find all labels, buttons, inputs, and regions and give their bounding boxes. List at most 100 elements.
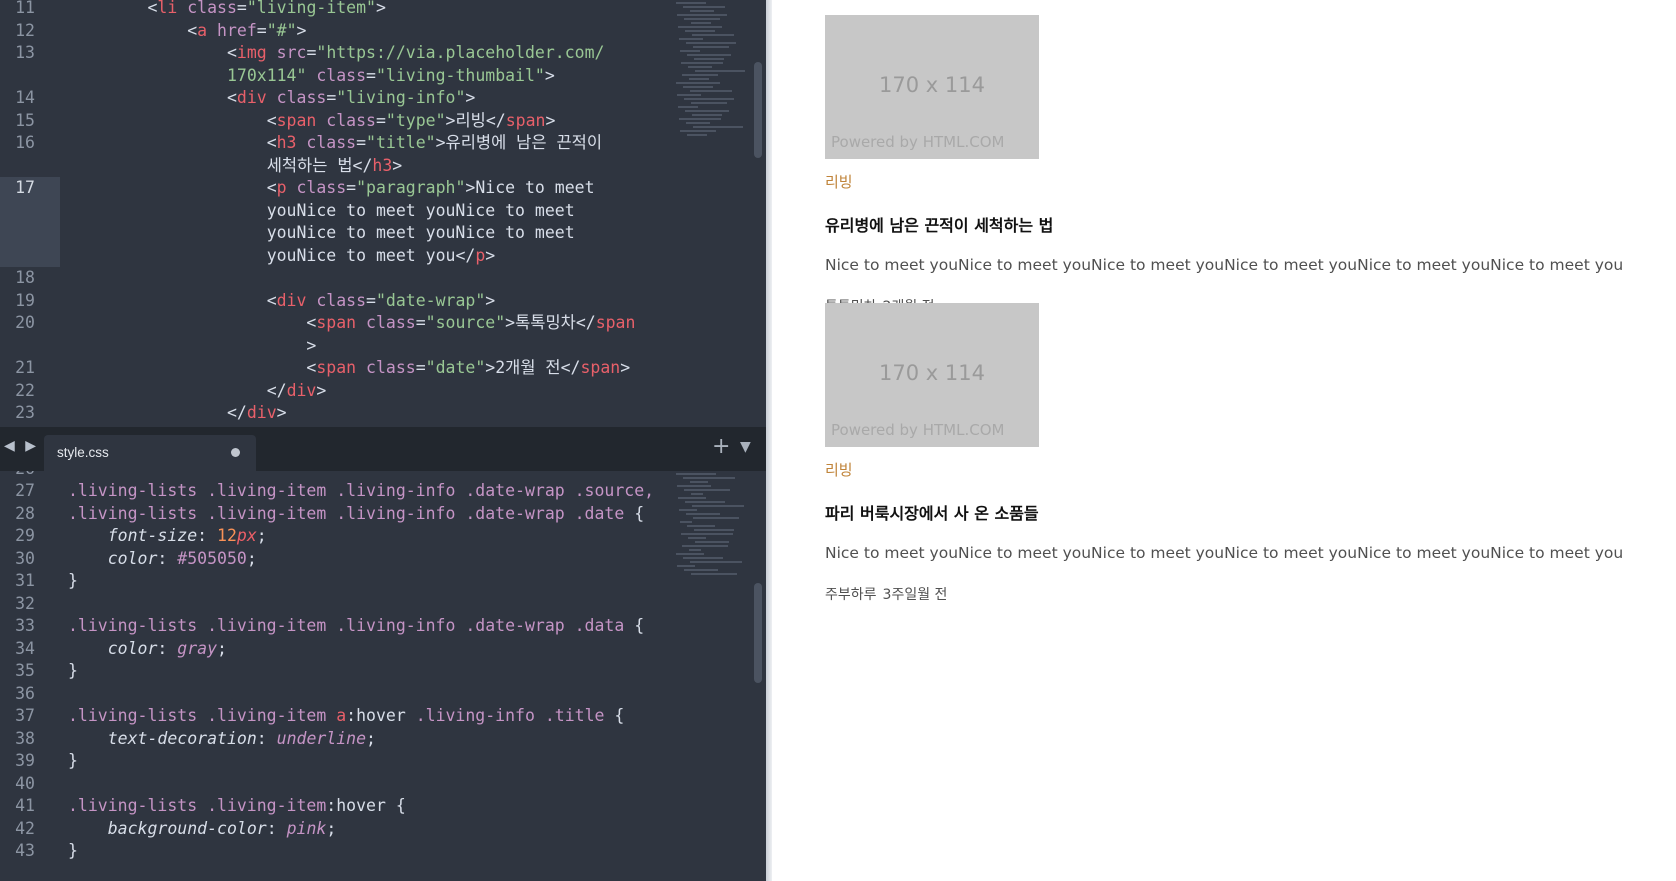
code-text[interactable]: color: #505050; xyxy=(60,548,257,571)
code-text[interactable]: } xyxy=(60,660,78,683)
minimap[interactable] xyxy=(676,0,752,427)
code-text[interactable]: <div class="date-wrap"> xyxy=(60,290,496,313)
code-text[interactable]: <a href="#"> xyxy=(60,20,306,43)
code-text[interactable] xyxy=(60,593,68,616)
html-code-area[interactable]: 11 <li class="living-item"> 12 <a href="#… xyxy=(0,0,674,427)
living-item[interactable]: 170 x 114 Powered by HTML.COM 리빙 파리 버룩시장… xyxy=(825,303,1623,604)
css-code-area[interactable]: 25}2627.living-lists .living-item .livin… xyxy=(0,471,674,881)
tab-menu-icon[interactable]: ▼ xyxy=(740,439,751,455)
code-text[interactable]: <div class="living-info"> xyxy=(60,87,475,110)
code-line[interactable]: 22 </div> xyxy=(0,380,674,403)
code-text[interactable] xyxy=(60,773,68,796)
date-wrap: 주부하루 3주일월 전 xyxy=(825,584,1623,604)
living-thumbnail: 170 x 114 Powered by HTML.COM xyxy=(825,303,1039,447)
code-line[interactable]: 34 color: gray; xyxy=(0,638,674,661)
minimap[interactable] xyxy=(676,471,752,881)
code-text[interactable]: .living-lists .living-item:hover { xyxy=(60,795,406,818)
code-text[interactable]: .living-lists .living-item .living-info … xyxy=(60,480,654,503)
code-text[interactable]: background-color: pink; xyxy=(60,818,337,841)
code-text[interactable]: <li class="living-item"> xyxy=(60,0,385,20)
code-text[interactable]: text-decoration: underline; xyxy=(60,728,376,751)
minimap-line xyxy=(688,66,712,68)
code-line[interactable]: 11 <li class="living-item"> xyxy=(0,0,674,20)
line-number: 20 xyxy=(15,313,35,332)
minimap-line xyxy=(681,533,733,535)
code-line[interactable]: youNice to meet youNice to meet xyxy=(0,222,674,245)
code-line[interactable]: 14 <div class="living-info"> xyxy=(0,87,674,110)
code-line[interactable]: 41 .living-lists .living-item:hover { xyxy=(0,795,674,818)
code-line[interactable]: 170x114" class="living-thumbail"> xyxy=(0,65,674,88)
code-text[interactable]: 세척하는 법</h3> xyxy=(60,155,403,178)
minimap-line xyxy=(690,561,742,563)
code-text[interactable]: .living-lists .living-item a:hover .livi… xyxy=(60,705,624,728)
code-line[interactable]: 20 <span class="source">톡톡밍차</span xyxy=(0,312,674,335)
code-text[interactable]: .living-lists .living-item .living-info … xyxy=(60,615,644,638)
code-text[interactable]: <span class="source">톡톡밍차</span xyxy=(60,312,635,335)
code-text[interactable] xyxy=(60,471,68,480)
code-text[interactable]: } xyxy=(60,750,78,773)
unsaved-dot-icon[interactable] xyxy=(231,448,240,457)
code-line[interactable]: 40 xyxy=(0,773,674,796)
code-text[interactable]: } xyxy=(60,840,78,863)
tab-style-css[interactable]: style.css xyxy=(44,435,256,471)
living-item[interactable]: 170 x 114 Powered by HTML.COM 리빙 유리병에 남은… xyxy=(825,15,1623,316)
code-line[interactable]: 21 <span class="date">2개월 전</span> xyxy=(0,357,674,380)
code-line[interactable]: youNice to meet you</p> xyxy=(0,244,674,268)
html-editor-pane[interactable]: 11 <li class="living-item"> 12 <a href="#… xyxy=(0,0,766,427)
code-text[interactable]: <p class="paragraph">Nice to meet xyxy=(60,177,595,200)
code-line[interactable]: 16 <h3 class="title">유리병에 남은 끈적이 xyxy=(0,132,674,155)
code-text[interactable]: </div> xyxy=(60,380,327,403)
code-text[interactable] xyxy=(60,683,68,706)
code-text[interactable]: .living-lists .living-item .living-info … xyxy=(60,503,644,526)
code-text[interactable]: </div> xyxy=(60,402,287,425)
code-line[interactable]: 27 .living-lists .living-item .living-inf… xyxy=(0,480,674,503)
code-line[interactable]: 33 .living-lists .living-item .living-inf… xyxy=(0,615,674,638)
code-line[interactable]: 43} xyxy=(0,840,674,863)
code-text[interactable]: > xyxy=(60,335,316,358)
code-line[interactable]: 31} xyxy=(0,570,674,593)
scrollbar[interactable] xyxy=(754,583,762,683)
scrollbar[interactable] xyxy=(754,62,762,158)
code-line[interactable]: > xyxy=(0,335,674,358)
code-line[interactable]: 12 <a href="#"> xyxy=(0,20,674,43)
code-line[interactable]: 19 <div class="date-wrap"> xyxy=(0,290,674,313)
code-line[interactable]: 37 .living-lists .living-item a:hover .li… xyxy=(0,705,674,728)
code-line[interactable]: 15 <span class="type">리빙</span> xyxy=(0,110,674,133)
living-title[interactable]: 파리 버룩시장에서 사 온 소품들 xyxy=(825,500,1623,524)
code-line[interactable]: 23 </div> xyxy=(0,402,674,425)
code-text[interactable]: <span class="type">리빙</span> xyxy=(60,110,556,133)
minimap-line xyxy=(689,549,701,551)
code-text[interactable]: font-size: 12px; xyxy=(60,525,267,548)
code-text[interactable]: <img src="https://via.placeholder.com/ xyxy=(60,42,605,65)
code-line[interactable]: 38 text-decoration: underline; xyxy=(0,728,674,751)
code-text[interactable]: 170x114" class="living-thumbail"> xyxy=(60,65,555,88)
code-text[interactable]: <h3 class="title">유리병에 남은 끈적이 xyxy=(60,132,602,155)
code-line[interactable]: 세척하는 법</h3> xyxy=(0,155,674,178)
tab-nav-arrows-icon[interactable]: ◀ ▶ xyxy=(4,438,39,454)
new-tab-icon[interactable]: + xyxy=(712,434,730,459)
code-line[interactable]: 32 xyxy=(0,593,674,616)
code-line[interactable]: 29 font-size: 12px; xyxy=(0,525,674,548)
code-line[interactable]: 35} xyxy=(0,660,674,683)
code-line[interactable]: 13 <img src="https://via.placeholder.com… xyxy=(0,42,674,65)
code-text[interactable]: color: gray; xyxy=(60,638,227,661)
code-line[interactable]: 17 <p class="paragraph">Nice to meet xyxy=(0,177,674,200)
living-paragraph: Nice to meet youNice to meet youNice to … xyxy=(825,544,1624,562)
css-editor-pane[interactable]: 25}2627.living-lists .living-item .livin… xyxy=(0,471,766,881)
code-line[interactable]: 42 background-color: pink; xyxy=(0,818,674,841)
code-text[interactable]: youNice to meet youNice to meet xyxy=(60,222,575,245)
code-text[interactable]: } xyxy=(60,570,78,593)
living-title[interactable]: 유리병에 남은 끈적이 세척하는 법 xyxy=(825,212,1623,236)
code-line[interactable]: 36 xyxy=(0,683,674,706)
minimap-line xyxy=(689,78,709,80)
code-text[interactable] xyxy=(60,267,68,290)
code-text[interactable]: youNice to meet youNice to meet xyxy=(60,200,575,223)
code-line[interactable]: 26 xyxy=(0,471,674,480)
code-text[interactable]: youNice to meet you</p> xyxy=(60,245,496,268)
code-line[interactable]: 39} xyxy=(0,750,674,773)
code-line[interactable]: 30 color: #505050; xyxy=(0,548,674,571)
code-line[interactable]: 18 xyxy=(0,267,674,290)
code-line[interactable]: 28 .living-lists .living-item .living-inf… xyxy=(0,503,674,526)
code-line[interactable]: youNice to meet youNice to meet xyxy=(0,199,674,223)
code-text[interactable]: <span class="date">2개월 전</span> xyxy=(60,357,630,380)
